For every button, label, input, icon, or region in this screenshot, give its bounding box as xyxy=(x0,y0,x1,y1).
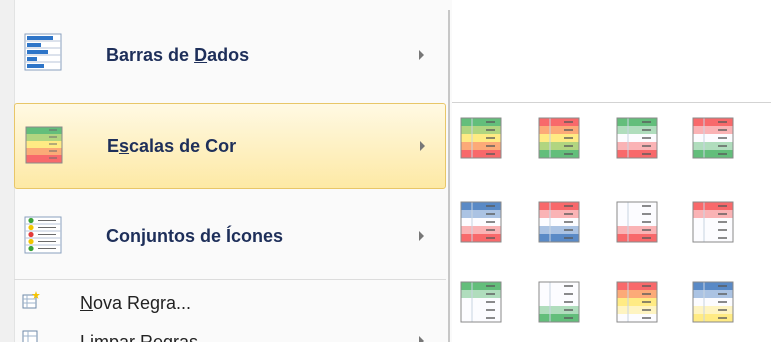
submenu-arrow-icon xyxy=(419,231,424,241)
data-bars-icon xyxy=(24,33,62,71)
menu-item-new-rule[interactable]: Nova Regra... xyxy=(14,283,446,323)
menu-item-icon-sets-label: Conjuntos de Ícones xyxy=(106,226,284,246)
color-scale-option-9-icon[interactable] xyxy=(460,281,502,323)
new-rule-icon xyxy=(22,291,40,309)
menu-item-partial[interactable]: Limpar Regras xyxy=(14,324,446,342)
color-scale-option-10-icon[interactable] xyxy=(538,281,580,323)
menu-item-partial-label: Limpar Regras xyxy=(80,332,199,342)
conditional-formatting-menu: Barras de Dados Escalas de Cor Conjuntos… xyxy=(0,0,452,342)
color-scale-option-2-icon[interactable] xyxy=(538,117,580,159)
color-scale-option-4-icon[interactable] xyxy=(692,117,734,159)
color-scale-option-5-icon[interactable] xyxy=(460,201,502,243)
menu-border xyxy=(448,10,450,342)
color-scale-option-1-icon[interactable] xyxy=(460,117,502,159)
color-scale-option-3-icon[interactable] xyxy=(616,117,658,159)
menu-item-data-bars[interactable]: Barras de Dados xyxy=(14,10,446,100)
icon-sets-icon xyxy=(24,216,62,254)
menu-item-color-scales-label: Escalas de Cor xyxy=(107,136,237,156)
menu-item-color-scales[interactable]: Escalas de Cor xyxy=(14,103,446,189)
menu-item-new-rule-label: Nova Regra... xyxy=(80,293,192,313)
submenu-arrow-icon xyxy=(420,141,425,151)
clear-rules-icon xyxy=(22,330,38,342)
submenu-arrow-icon xyxy=(419,336,424,342)
submenu-arrow-icon xyxy=(419,50,424,60)
color-scale-option-11-icon[interactable] xyxy=(616,281,658,323)
color-scale-option-7-icon[interactable] xyxy=(616,201,658,243)
color-scales-icon xyxy=(25,126,63,164)
color-scale-option-6-icon[interactable] xyxy=(538,201,580,243)
menu-gutter xyxy=(0,0,15,342)
menu-item-data-bars-label: Barras de Dados xyxy=(106,45,250,65)
color-scale-option-8-icon[interactable] xyxy=(692,201,734,243)
menu-item-icon-sets[interactable]: Conjuntos de Ícones xyxy=(14,192,446,278)
menu-separator xyxy=(14,279,446,280)
color-scales-gallery xyxy=(452,102,771,343)
color-scale-option-12-icon[interactable] xyxy=(692,281,734,323)
